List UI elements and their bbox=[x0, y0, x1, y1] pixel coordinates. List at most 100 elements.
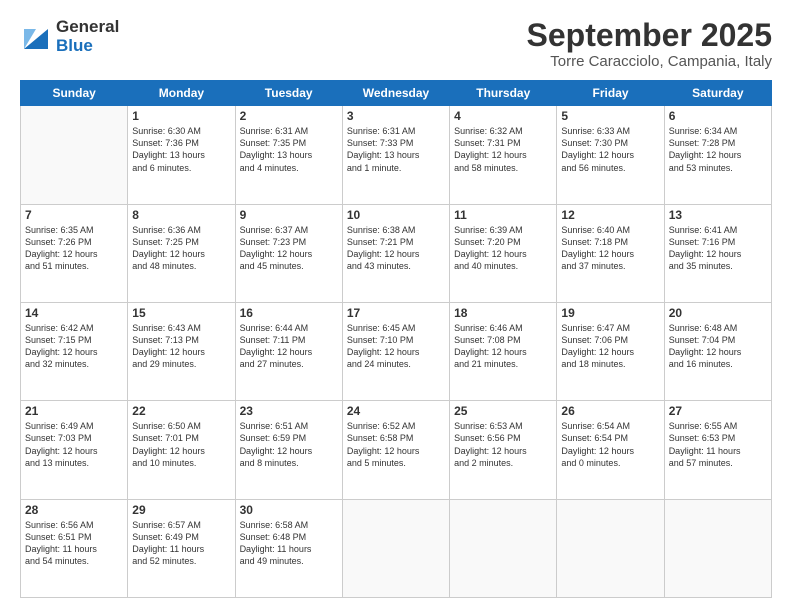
table-row: 11Sunrise: 6:39 AM Sunset: 7:20 PM Dayli… bbox=[450, 204, 557, 302]
day-number: 26 bbox=[561, 404, 659, 418]
table-row: 22 Sunrise: 6:50 AM Sunset: 7:01 PM Dayli… bbox=[128, 401, 235, 499]
table-row bbox=[557, 499, 664, 597]
day-info: Sunrise: 6:54 AM Sunset: 6:54 PM Dayligh… bbox=[561, 420, 659, 469]
day-info: Sunrise: 6:52 AM Sunset: 6:58 PM Dayligh… bbox=[347, 420, 445, 469]
day-info: Sunrise: 6:32 AM Sunset: 7:31 PM Dayligh… bbox=[454, 125, 552, 174]
col-friday: Friday bbox=[557, 81, 664, 106]
day-number: 27 bbox=[669, 404, 767, 418]
day-info: Sunrise: 6:41 AM Sunset: 7:16 PM Dayligh… bbox=[669, 224, 767, 273]
day-info: Sunrise: 6:33 AM Sunset: 7:30 PM Dayligh… bbox=[561, 125, 659, 174]
logo-blue: Blue bbox=[56, 36, 93, 55]
table-row: 18 Sunrise: 6:46 AM Sunset: 7:08 PM Dayli… bbox=[450, 302, 557, 400]
table-row: 20Sunrise: 6:48 AM Sunset: 7:04 PM Dayli… bbox=[664, 302, 771, 400]
table-row: 15 Sunrise: 6:43 AM Sunset: 7:13 PM Dayli… bbox=[128, 302, 235, 400]
day-info: Sunrise: 6:31 AM Sunset: 7:33 PM Dayligh… bbox=[347, 125, 445, 174]
day-info: Sunrise: 6:47 AM Sunset: 7:06 PM Dayligh… bbox=[561, 322, 659, 371]
table-row: 24Sunrise: 6:52 AM Sunset: 6:58 PM Dayli… bbox=[342, 401, 449, 499]
day-info: Sunrise: 6:55 AM Sunset: 6:53 PM Dayligh… bbox=[669, 420, 767, 469]
table-row: 21Sunrise: 6:49 AM Sunset: 7:03 PM Dayli… bbox=[21, 401, 128, 499]
day-number: 10 bbox=[347, 208, 445, 222]
day-number: 12 bbox=[561, 208, 659, 222]
table-row: 10 Sunrise: 6:38 AM Sunset: 7:21 PM Dayli… bbox=[342, 204, 449, 302]
table-row: 6 Sunrise: 6:34 AM Sunset: 7:28 PM Daylig… bbox=[664, 106, 771, 204]
table-row: 19 Sunrise: 6:47 AM Sunset: 7:06 PM Dayli… bbox=[557, 302, 664, 400]
location: Torre Caracciolo, Campania, Italy bbox=[527, 53, 772, 70]
day-info: Sunrise: 6:57 AM Sunset: 6:49 PM Dayligh… bbox=[132, 519, 230, 568]
table-row: 4 Sunrise: 6:32 AM Sunset: 7:31 PM Daylig… bbox=[450, 106, 557, 204]
calendar-week-row: 7 Sunrise: 6:35 AM Sunset: 7:26 PM Daylig… bbox=[21, 204, 772, 302]
table-row: 17 Sunrise: 6:45 AM Sunset: 7:10 PM Dayli… bbox=[342, 302, 449, 400]
col-monday: Monday bbox=[128, 81, 235, 106]
table-row: 1Sunrise: 6:30 AM Sunset: 7:36 PM Daylig… bbox=[128, 106, 235, 204]
month-title: September 2025 bbox=[527, 18, 772, 53]
day-number: 6 bbox=[669, 109, 767, 123]
day-info: Sunrise: 6:38 AM Sunset: 7:21 PM Dayligh… bbox=[347, 224, 445, 273]
day-number: 7 bbox=[25, 208, 123, 222]
col-thursday: Thursday bbox=[450, 81, 557, 106]
day-number: 17 bbox=[347, 306, 445, 320]
day-info: Sunrise: 6:44 AM Sunset: 7:11 PM Dayligh… bbox=[240, 322, 338, 371]
page: General Blue September 2025 Torre Caracc… bbox=[0, 0, 792, 612]
table-row: 5Sunrise: 6:33 AM Sunset: 7:30 PM Daylig… bbox=[557, 106, 664, 204]
day-number: 23 bbox=[240, 404, 338, 418]
col-sunday: Sunday bbox=[21, 81, 128, 106]
day-info: Sunrise: 6:36 AM Sunset: 7:25 PM Dayligh… bbox=[132, 224, 230, 273]
table-row: 25 Sunrise: 6:53 AM Sunset: 6:56 PM Dayli… bbox=[450, 401, 557, 499]
table-row: 3 Sunrise: 6:31 AM Sunset: 7:33 PM Daylig… bbox=[342, 106, 449, 204]
calendar-header-row: Sunday Monday Tuesday Wednesday Thursday… bbox=[21, 81, 772, 106]
day-info: Sunrise: 6:35 AM Sunset: 7:26 PM Dayligh… bbox=[25, 224, 123, 273]
day-number: 9 bbox=[240, 208, 338, 222]
table-row bbox=[342, 499, 449, 597]
table-row: 23 Sunrise: 6:51 AM Sunset: 6:59 PM Dayli… bbox=[235, 401, 342, 499]
table-row: 2Sunrise: 6:31 AM Sunset: 7:35 PM Daylig… bbox=[235, 106, 342, 204]
day-number: 3 bbox=[347, 109, 445, 123]
day-number: 21 bbox=[25, 404, 123, 418]
calendar-week-row: 21Sunrise: 6:49 AM Sunset: 7:03 PM Dayli… bbox=[21, 401, 772, 499]
day-number: 8 bbox=[132, 208, 230, 222]
calendar-week-row: 1Sunrise: 6:30 AM Sunset: 7:36 PM Daylig… bbox=[21, 106, 772, 204]
day-info: Sunrise: 6:46 AM Sunset: 7:08 PM Dayligh… bbox=[454, 322, 552, 371]
table-row bbox=[450, 499, 557, 597]
table-row: 26 Sunrise: 6:54 AM Sunset: 6:54 PM Dayli… bbox=[557, 401, 664, 499]
table-row: 13Sunrise: 6:41 AM Sunset: 7:16 PM Dayli… bbox=[664, 204, 771, 302]
table-row: 27 Sunrise: 6:55 AM Sunset: 6:53 PM Dayli… bbox=[664, 401, 771, 499]
table-row: 9Sunrise: 6:37 AM Sunset: 7:23 PM Daylig… bbox=[235, 204, 342, 302]
col-tuesday: Tuesday bbox=[235, 81, 342, 106]
table-row: 16Sunrise: 6:44 AM Sunset: 7:11 PM Dayli… bbox=[235, 302, 342, 400]
day-info: Sunrise: 6:30 AM Sunset: 7:36 PM Dayligh… bbox=[132, 125, 230, 174]
day-number: 30 bbox=[240, 503, 338, 517]
day-number: 18 bbox=[454, 306, 552, 320]
table-row: 14 Sunrise: 6:42 AM Sunset: 7:15 PM Dayli… bbox=[21, 302, 128, 400]
col-saturday: Saturday bbox=[664, 81, 771, 106]
table-row: 28Sunrise: 6:56 AM Sunset: 6:51 PM Dayli… bbox=[21, 499, 128, 597]
day-info: Sunrise: 6:56 AM Sunset: 6:51 PM Dayligh… bbox=[25, 519, 123, 568]
table-row: 30 Sunrise: 6:58 AM Sunset: 6:48 PM Dayli… bbox=[235, 499, 342, 597]
day-number: 11 bbox=[454, 208, 552, 222]
logo-general: General bbox=[56, 17, 119, 36]
day-info: Sunrise: 6:42 AM Sunset: 7:15 PM Dayligh… bbox=[25, 322, 123, 371]
day-number: 25 bbox=[454, 404, 552, 418]
table-row bbox=[21, 106, 128, 204]
day-info: Sunrise: 6:34 AM Sunset: 7:28 PM Dayligh… bbox=[669, 125, 767, 174]
table-row: 29 Sunrise: 6:57 AM Sunset: 6:49 PM Dayli… bbox=[128, 499, 235, 597]
logo: General Blue bbox=[20, 18, 119, 55]
day-number: 19 bbox=[561, 306, 659, 320]
table-row: 7 Sunrise: 6:35 AM Sunset: 7:26 PM Daylig… bbox=[21, 204, 128, 302]
day-info: Sunrise: 6:43 AM Sunset: 7:13 PM Dayligh… bbox=[132, 322, 230, 371]
day-info: Sunrise: 6:50 AM Sunset: 7:01 PM Dayligh… bbox=[132, 420, 230, 469]
day-number: 14 bbox=[25, 306, 123, 320]
header: General Blue September 2025 Torre Caracc… bbox=[20, 18, 772, 70]
table-row: 12Sunrise: 6:40 AM Sunset: 7:18 PM Dayli… bbox=[557, 204, 664, 302]
day-info: Sunrise: 6:58 AM Sunset: 6:48 PM Dayligh… bbox=[240, 519, 338, 568]
table-row bbox=[664, 499, 771, 597]
day-info: Sunrise: 6:45 AM Sunset: 7:10 PM Dayligh… bbox=[347, 322, 445, 371]
calendar-week-row: 14 Sunrise: 6:42 AM Sunset: 7:15 PM Dayli… bbox=[21, 302, 772, 400]
title-block: September 2025 Torre Caracciolo, Campani… bbox=[527, 18, 772, 70]
day-number: 15 bbox=[132, 306, 230, 320]
day-number: 29 bbox=[132, 503, 230, 517]
day-number: 22 bbox=[132, 404, 230, 418]
day-number: 20 bbox=[669, 306, 767, 320]
day-info: Sunrise: 6:51 AM Sunset: 6:59 PM Dayligh… bbox=[240, 420, 338, 469]
day-number: 4 bbox=[454, 109, 552, 123]
day-info: Sunrise: 6:53 AM Sunset: 6:56 PM Dayligh… bbox=[454, 420, 552, 469]
